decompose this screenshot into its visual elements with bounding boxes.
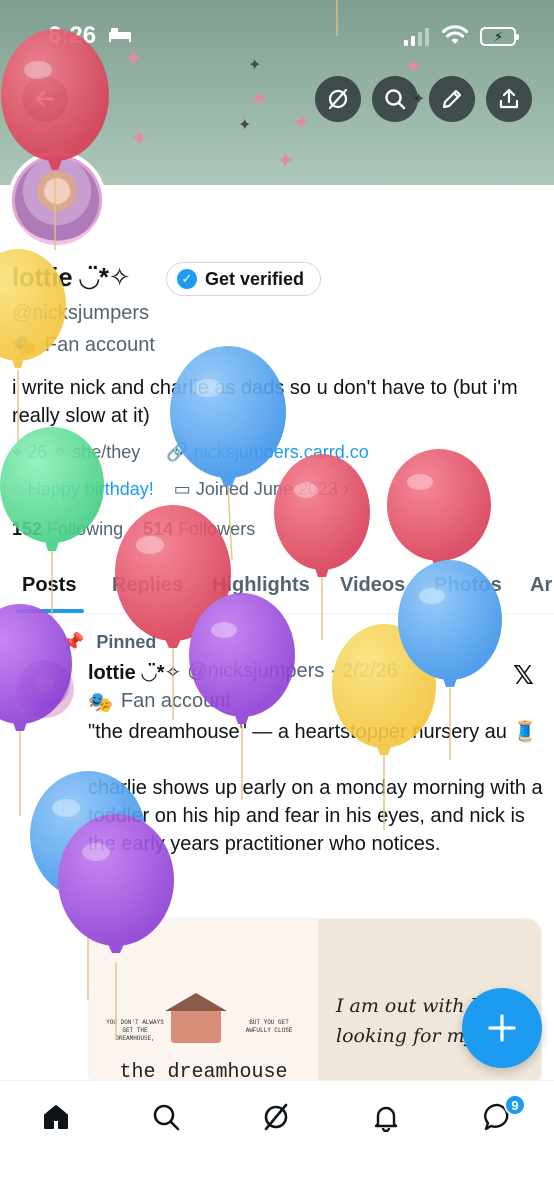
share-button[interactable]	[486, 76, 532, 122]
theater-masks-icon: 🎭	[88, 692, 113, 714]
profile-category: 🎭 Fan account	[12, 333, 155, 358]
arrow-left-icon	[35, 90, 55, 108]
balloon-red	[274, 454, 370, 577]
calendar-icon: ▭	[173, 479, 191, 499]
tab-replies[interactable]: Replies	[112, 574, 183, 597]
profile-category-label: Fan account	[44, 334, 155, 356]
followers-label: Followers	[178, 519, 256, 539]
joined-date-label: Joined June 2023	[195, 479, 338, 499]
chevron-right-icon: ›	[342, 479, 349, 499]
search-button[interactable]	[372, 76, 418, 122]
media-image-dreamhouse[interactable]: YOU DON'T ALWAYS GET THE DREAMHOUSE, BUT…	[89, 919, 318, 1087]
pin-icon: 📌	[62, 632, 85, 652]
profile-avatar[interactable]	[8, 151, 106, 249]
nav-grok[interactable]	[260, 1101, 292, 1133]
post-paragraph-2: charlie shows up early on a monday morni…	[88, 777, 543, 855]
profile-name: lottie ◡̈*✧	[12, 262, 131, 292]
post-author-category: 🎭 Fan account	[88, 690, 231, 715]
following-label: Following	[47, 519, 124, 539]
tab-videos[interactable]: Videos	[340, 574, 405, 597]
link-icon: 🔗	[166, 442, 189, 462]
active-tab-indicator	[16, 609, 84, 613]
tab-articles[interactable]: Ar	[530, 574, 552, 597]
followers-link[interactable]: 514 Followers	[143, 519, 255, 540]
post-body[interactable]: "the dreamhouse" — a heartstopper nurser…	[88, 718, 548, 886]
edit-profile-button[interactable]	[429, 76, 475, 122]
tab-photos[interactable]: Photos	[434, 574, 502, 597]
house-illustration	[165, 993, 227, 1043]
avatar-ring	[12, 155, 102, 245]
birthday-text[interactable]: Happy birthday!	[28, 479, 154, 499]
grok-icon	[328, 88, 348, 110]
post-category-label: Fan account	[120, 690, 231, 712]
tab-posts[interactable]: Posts	[22, 574, 76, 597]
compose-post-button[interactable]	[462, 988, 542, 1068]
bottom-navigation: 9	[0, 1080, 554, 1199]
follow-stats: 152 Following 514 Followers	[12, 519, 255, 540]
verified-badge-icon: ✓	[177, 269, 197, 289]
nav-home[interactable]	[40, 1101, 72, 1133]
nav-search[interactable]	[150, 1101, 182, 1133]
location-pin-icon: ⌖	[12, 442, 23, 462]
cellular-signal-icon	[404, 28, 429, 46]
plus-icon	[488, 1014, 516, 1042]
post-header: lottie ◡̈*✧ @nicksjumpers · 2/2/26	[88, 660, 398, 685]
birthday-label[interactable]: ◌ Happy birthday!	[12, 479, 154, 500]
grok-icon	[264, 1103, 288, 1131]
profile-location: ⌖ 26 ✧ she/they	[12, 442, 140, 463]
profile-bio: i write nick and charlie as dads so u do…	[12, 377, 518, 427]
sparkle-decoration: ✦	[276, 148, 295, 173]
back-button[interactable]	[22, 76, 68, 122]
post-handle-date[interactable]: @nicksjumpers · 2/2/26	[187, 660, 397, 685]
pencil-icon	[442, 89, 462, 109]
sleep-focus-icon	[108, 26, 132, 47]
profile-tabs: Posts Replies Highlights Videos Photos A…	[0, 560, 554, 614]
pinned-label: Pinned	[96, 632, 157, 652]
sparkle-decoration: ✦	[130, 126, 149, 151]
share-icon	[499, 88, 519, 109]
joined-date[interactable]: ▭ Joined June 2023 ›	[174, 479, 349, 500]
theater-masks-icon: 🎭	[12, 335, 37, 357]
home-icon	[44, 1105, 68, 1129]
sparkle-decoration: ✦	[292, 110, 311, 135]
status-time: 6:26	[48, 22, 97, 49]
status-bar: 6:26 ⚡	[0, 0, 554, 70]
post-paragraph-1: "the dreamhouse" — a heartstopper nurser…	[88, 721, 507, 743]
battery-charging-icon: ⚡	[480, 27, 519, 46]
wifi-icon	[441, 24, 469, 51]
pinned-indicator: 📌 Pinned	[62, 632, 156, 653]
profile-link-label[interactable]: nicksjumpers.carrd.co	[194, 442, 369, 462]
balloon-red	[387, 449, 491, 568]
following-count: 152	[12, 519, 43, 539]
thread-spool-icon: 🧵	[512, 721, 538, 743]
profile-handle: @nicksjumpers	[12, 302, 150, 324]
get-verified-button[interactable]: ✓ Get verified	[166, 262, 322, 296]
grok-button[interactable]	[315, 76, 361, 122]
post-author-avatar[interactable]	[16, 660, 74, 718]
post-author-name[interactable]: lottie ◡̈*✧	[88, 660, 181, 685]
profile-meta-row-2: ◌ Happy birthday! ▭ Joined June 2023 ›	[12, 479, 349, 500]
followers-count: 514	[143, 519, 174, 539]
balloon-icon: ◌	[12, 479, 23, 499]
media-caption-left: YOU DON'T ALWAYS GET THE DREAMHOUSE,	[106, 1019, 164, 1042]
get-verified-label: Get verified	[205, 268, 305, 289]
sparkle-decoration: ✦	[250, 86, 269, 111]
following-link[interactable]: 152 Following	[12, 519, 123, 540]
x-logo-icon: 𝕏	[513, 660, 534, 690]
media-caption-right: BUT YOU GET AWFULLY CLOSE	[245, 1019, 293, 1034]
profile-link[interactable]: 🔗 nicksjumpers.carrd.co	[166, 442, 369, 463]
profile-location-label: 26 ✧ she/they	[27, 442, 141, 462]
profile-meta-row-1: ⌖ 26 ✧ she/they 🔗 nicksjumpers.carrd.co	[12, 442, 369, 463]
search-icon	[153, 1104, 180, 1131]
search-icon	[385, 89, 406, 110]
tab-highlights[interactable]: Highlights	[212, 574, 310, 597]
bell-icon	[374, 1106, 398, 1132]
sparkle-decoration: ✦	[238, 117, 252, 134]
messages-badge: 9	[504, 1094, 526, 1116]
nav-notifications[interactable]	[370, 1101, 402, 1133]
